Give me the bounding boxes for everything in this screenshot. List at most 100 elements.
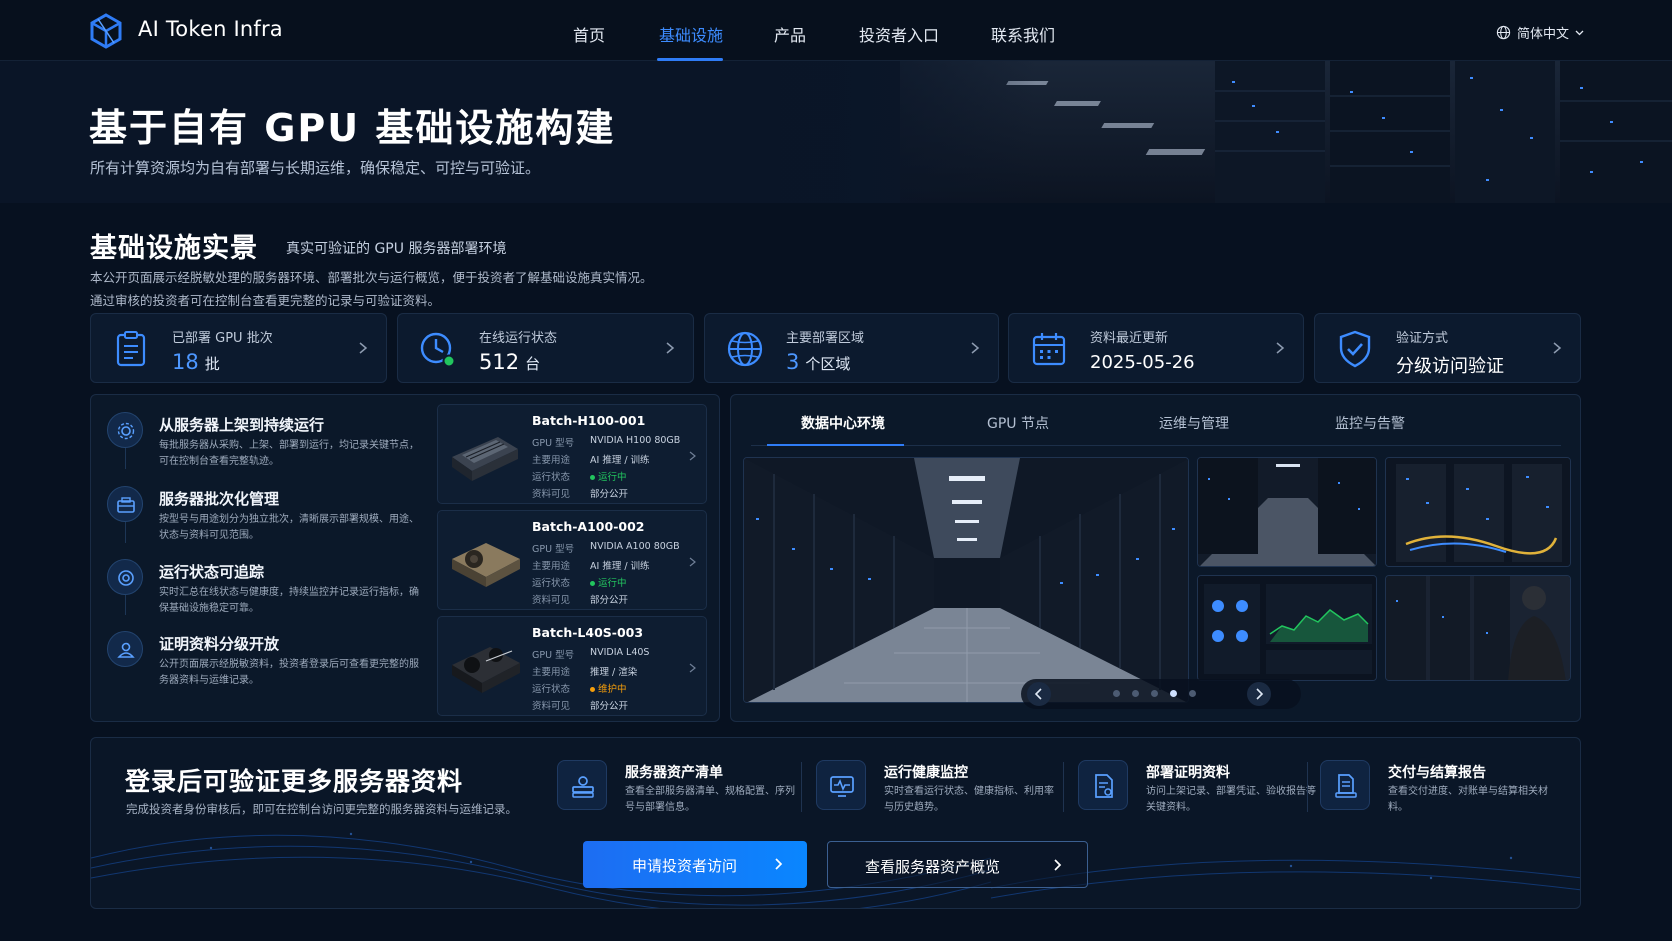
- nav-home[interactable]: 首页: [573, 22, 605, 46]
- timeline-connector: [125, 447, 126, 469]
- cta-feature-deployment-proof[interactable]: 部署证明资料 访问上架记录、部署凭证、验收报告等关键资料。: [1078, 760, 1323, 830]
- datacenter-aisle-image: [744, 458, 1188, 702]
- stat-card-regions[interactable]: 主要部署区域 3 个区域: [704, 313, 999, 383]
- stat-card-last-update[interactable]: 资料最近更新 2025-05-26: [1008, 313, 1304, 383]
- batch-row: 资料可见 部分公开: [532, 489, 629, 500]
- batch-row: 运行状态 运行中: [532, 578, 627, 589]
- technician-at-rack-image: [1386, 576, 1570, 680]
- chevron-right-icon: [971, 342, 980, 354]
- batch-icon: [107, 486, 143, 522]
- batch-row: 资料可见 部分公开: [532, 701, 629, 712]
- carousel-dot[interactable]: [1132, 690, 1139, 697]
- cta-feature-description: 查看全部服务器清单、规格配置、序列号与部署信息。: [625, 786, 795, 813]
- tab-operations[interactable]: 运维与管理: [1159, 413, 1229, 433]
- chevron-down-icon: [1575, 30, 1584, 35]
- button-label: 申请投资者访问: [632, 857, 738, 875]
- features-panel: 从服务器上架到持续运行 每批服务器从采购、上架、部署到运行，均记录关键节点，可在…: [90, 394, 720, 722]
- divider: [801, 762, 802, 812]
- batch-row: 主要用途 推理 / 渲染: [532, 667, 638, 678]
- chevron-right-icon: [359, 342, 368, 354]
- tab-datacenter[interactable]: 数据中心环境: [801, 413, 885, 433]
- chevron-left-icon: [1034, 688, 1042, 700]
- report-icon: [1320, 760, 1370, 810]
- view-asset-overview-button[interactable]: 查看服务器资产概览: [827, 841, 1088, 888]
- nav-infrastructure[interactable]: 基础设施: [659, 22, 723, 46]
- batch-row: 主要用途 AI 推理 / 训练: [532, 455, 650, 466]
- cta-subtitle: 完成投资者身份审核后，即可在控制台访问更完整的服务器资料与运维记录。: [126, 802, 517, 816]
- chevron-right-icon: [1553, 342, 1562, 354]
- brand-logo-icon[interactable]: [88, 13, 124, 49]
- apply-investor-access-button[interactable]: 申请投资者访问: [583, 841, 807, 888]
- health-monitor-icon: [816, 760, 866, 810]
- shield-check-icon: [1339, 330, 1371, 368]
- stat-value: 分级访问验证: [1396, 356, 1504, 377]
- chevron-right-icon: [1276, 342, 1285, 354]
- batch-row: 主要用途 AI 推理 / 训练: [532, 561, 650, 572]
- hero-subtitle: 所有计算资源均为自有部署与长期运维，确保稳定、可控与可验证。: [90, 159, 541, 177]
- cta-feature-title: 服务器资产清单: [625, 765, 723, 781]
- certificate-icon: [1078, 760, 1128, 810]
- cta-feature-asset-list[interactable]: 服务器资产清单 查看全部服务器清单、规格配置、序列号与部署信息。: [557, 760, 802, 830]
- carousel-prev-button[interactable]: [1027, 682, 1051, 706]
- carousel-dot[interactable]: [1151, 690, 1158, 697]
- stat-value: 2025-05-26: [1090, 352, 1195, 373]
- section-description-line: 本公开页面展示经脱敏处理的服务器环境、部署批次与运行概览，便于投资者了解基础设施…: [90, 270, 653, 285]
- stat-card-batches[interactable]: 已部署 GPU 批次 18 批: [90, 313, 387, 383]
- feature-title: 服务器批次化管理: [159, 490, 280, 508]
- stat-card-verification[interactable]: 验证方式 分级访问验证: [1314, 313, 1581, 383]
- gpu-card-image: [452, 543, 520, 587]
- stat-card-online[interactable]: 在线运行状态 512 台: [397, 313, 694, 383]
- gpu-card-image: [452, 647, 520, 693]
- tab-monitoring[interactable]: 监控与告警: [1335, 413, 1405, 433]
- stat-value: 3 个区域: [786, 350, 851, 374]
- cta-feature-title: 运行健康监控: [884, 765, 968, 781]
- button-label: 查看服务器资产概览: [865, 858, 1001, 876]
- gallery-thumbnail[interactable]: [1197, 457, 1377, 567]
- cta-feature-settlement[interactable]: 交付与结算报告 查看交付进度、对账单与结算相关材料。: [1320, 760, 1565, 830]
- hero-banner: 基于自有 GPU 基础设施构建 所有计算资源均为自有部署与长期运维，确保稳定、可…: [0, 61, 1672, 203]
- stat-label: 资料最近更新: [1090, 331, 1169, 346]
- carousel-dot[interactable]: [1113, 690, 1120, 697]
- language-selector[interactable]: 简体中文: [1496, 23, 1584, 42]
- section-description-line: 通过审核的投资者可在控制台查看更完整的记录与可验证资料。: [90, 293, 441, 308]
- carousel-dot[interactable]: [1189, 690, 1196, 697]
- cta-feature-title: 交付与结算报告: [1388, 765, 1486, 781]
- hero-title: 基于自有 GPU 基础设施构建: [89, 106, 616, 150]
- gallery-thumbnail[interactable]: [1385, 457, 1571, 567]
- gallery-thumbnail[interactable]: [1197, 575, 1377, 681]
- feature-description: 按型号与用途划分为独立批次，清晰展示部署规模、用途、状态与资料可见范围。: [159, 514, 419, 541]
- carousel-dot-active[interactable]: [1170, 690, 1177, 697]
- batch-name: Batch-H100-001: [532, 413, 646, 428]
- stat-label: 已部署 GPU 批次: [172, 331, 273, 346]
- globe-icon: [727, 331, 763, 367]
- batch-card-l40s[interactable]: Batch-L40S-003 GPU 型号 NVIDIA L40S 主要用途 推理 …: [437, 616, 707, 716]
- gallery-thumbnail[interactable]: [1385, 575, 1571, 681]
- feature-description: 每批服务器从采购、上架、部署到运行，均记录关键节点，可在控制台查看完整轨迹。: [159, 440, 419, 467]
- timeline-connector: [125, 521, 126, 543]
- batch-card-h100[interactable]: Batch-H100-001 GPU 型号 NVIDIA H100 80GB 主要…: [437, 404, 707, 504]
- cta-feature-description: 实时查看运行状态、健康指标、利用率与历史趋势。: [884, 786, 1054, 813]
- cta-feature-health[interactable]: 运行健康监控 实时查看运行状态、健康指标、利用率与历史趋势。: [816, 760, 1061, 830]
- tab-gpu-nodes[interactable]: GPU 节点: [987, 413, 1049, 433]
- server-gear-icon: [107, 412, 143, 448]
- feature-title: 证明资料分级开放: [159, 635, 280, 653]
- nav-contact[interactable]: 联系我们: [991, 22, 1055, 46]
- timeline-connector: [125, 593, 126, 615]
- chevron-right-icon: [689, 557, 696, 567]
- nav-investor-portal[interactable]: 投资者入口: [859, 22, 939, 46]
- clock-online-icon: [420, 332, 456, 368]
- divider: [1063, 762, 1064, 812]
- brand-name[interactable]: AI Token Infra: [138, 17, 283, 41]
- feature-description: 公开页面展示经脱敏资料，投资者登录后可查看更完整的服务器资料与运维记录。: [159, 659, 419, 686]
- nav-products[interactable]: 产品: [774, 22, 806, 46]
- chevron-right-icon: [775, 858, 783, 870]
- batch-row: 运行状态 维护中: [532, 684, 627, 695]
- batch-card-a100[interactable]: Batch-A100-002 GPU 型号 NVIDIA A100 80GB 主要…: [437, 510, 707, 610]
- carousel-next-button[interactable]: [1247, 682, 1271, 706]
- gallery-main-image[interactable]: [743, 457, 1189, 703]
- chevron-right-icon: [1054, 859, 1062, 871]
- section-tagline: 真实可验证的 GPU 服务器部署环境: [286, 241, 507, 257]
- language-label: 简体中文: [1517, 27, 1570, 42]
- cta-title: 登录后可验证更多服务器资料: [125, 767, 464, 796]
- batch-name: Batch-L40S-003: [532, 625, 644, 640]
